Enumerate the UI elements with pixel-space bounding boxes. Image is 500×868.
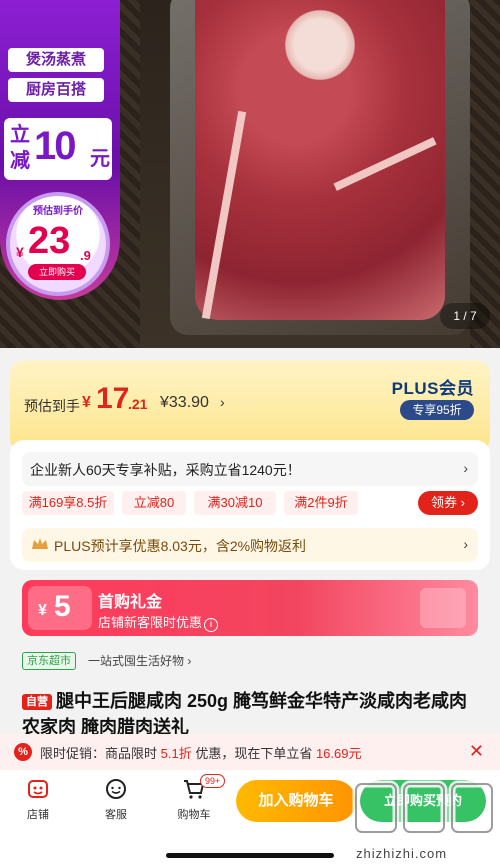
original-price[interactable]: ¥33.90 [160, 394, 209, 412]
hero-buy-now-button[interactable]: 立即购买 [28, 264, 86, 280]
watermark-logo [352, 780, 496, 836]
plus-savings-row[interactable]: PLUS预计享优惠8.03元，含2%购物返利 › [22, 528, 478, 562]
chevron-right-icon: › [463, 460, 468, 476]
self-operated-badge: 自营 [22, 694, 52, 711]
price-yen: ¥ [82, 394, 91, 411]
reduce-prefix: 立减 [10, 124, 30, 172]
gift-box-icon [420, 588, 466, 628]
gift-amount: ¥ 5 [28, 586, 92, 630]
first-purchase-gift-banner[interactable]: ¥ 5 首购礼金 店铺新客限时优惠 i [22, 580, 478, 636]
plus-member-title: PLUS会员 [391, 379, 474, 398]
new-user-subsidy-row[interactable]: 企业新人60天专享补贴，采购立省1240元！ › [22, 452, 478, 486]
store-button[interactable]: 店铺 [8, 778, 68, 828]
product-title: 自营 腿中王后腿咸肉 250g 腌笃鲜金华特产淡咸肉老咸肉 农家肉 腌肉腊肉送礼 [22, 688, 482, 734]
discount-icon: % [14, 743, 32, 761]
home-indicator [166, 853, 334, 858]
est-price-yen: ¥ [16, 244, 24, 260]
gift-yen: ¥ [38, 602, 47, 619]
jd-supermarket-tag[interactable]: 京东超市 [22, 652, 76, 670]
est-label: 预估到手 [24, 398, 80, 414]
hero-tag-kitchen: 厨房百搭 [8, 78, 104, 102]
plus-savings-text: PLUS预计享优惠8.03元，含2%购物返利 [54, 538, 307, 554]
product-title-text: 腿中王后腿咸肉 250g 腌笃鲜金华特产淡咸肉老咸肉 农家肉 腌肉腊肉送礼 [22, 691, 468, 734]
promo-discount: 5.1折 [160, 746, 192, 761]
image-pager: 1 / 7 [440, 303, 490, 329]
promo-text: 限时促销：商品限时 5.1折 优惠，现在下单立省 16.69元 [40, 743, 361, 762]
cart-button[interactable]: 99+ 购物车 [164, 774, 226, 828]
reduce-badge: 立减 10 元 [4, 118, 112, 180]
price-panel: 预估到手 ¥ 17 .21 ¥33.90 › PLUS会员 专享95折 [10, 360, 490, 452]
get-coupon-button[interactable]: 领券 › [418, 491, 478, 515]
est-price-dec: .9 [80, 248, 91, 263]
store-label: 店铺 [27, 809, 49, 821]
coupon-row: 满169享8.5折 立减80 满30减10 满2件9折 领券 › [22, 491, 478, 517]
reduce-amount: 10 [34, 124, 76, 168]
price-dec: .21 [128, 396, 148, 412]
hero-tag-soup: 煲汤蒸煮 [8, 48, 104, 72]
watermark-text: zhizhizhi.com [356, 846, 448, 861]
gift-title: 首购礼金 [98, 594, 163, 611]
est-price-label: 预估到手价 [33, 206, 83, 217]
coupon-chip[interactable]: 立减80 [122, 491, 186, 515]
promo-card: 企业新人60天专享补贴，采购立省1240元！ › 满169享8.5折 立减80 … [10, 440, 490, 570]
close-icon[interactable]: ✕ [469, 741, 484, 762]
new-user-subsidy-text: 企业新人60天专享补贴，采购立省1240元！ [30, 462, 301, 478]
promo-text-b: 优惠，现在下单立省 [191, 746, 316, 761]
chevron-right-icon[interactable]: › [220, 394, 225, 410]
gift-subtitle: 店铺新客限时优惠 i [98, 612, 219, 632]
customer-service-button[interactable]: 客服 [86, 778, 146, 828]
limited-promo-bar[interactable]: % 限时促销：商品限时 5.1折 优惠，现在下单立省 16.69元 ✕ [0, 734, 500, 770]
cart-label: 购物车 [177, 809, 211, 821]
price-int: 17 [96, 382, 130, 415]
coupon-chip[interactable]: 满30减10 [194, 491, 276, 515]
cart-count-badge: 99+ [200, 774, 226, 788]
gift-subtitle-text: 店铺新客限时优惠 [98, 615, 203, 630]
plus-discount-badge[interactable]: 专享95折 [400, 400, 474, 420]
est-price-int: 23 [28, 220, 71, 262]
store-icon [28, 780, 48, 798]
coupon-chip[interactable]: 满2件9折 [284, 491, 358, 515]
add-to-cart-button[interactable]: 加入购物车 [236, 780, 356, 822]
product-hero-image[interactable]: 煲汤蒸煮 厨房百搭 立减 10 元 预估到手价 ¥ 23 .9 立即购买 1 /… [0, 0, 500, 348]
meat-fat-detail [285, 0, 355, 90]
gift-value: 5 [54, 590, 71, 623]
info-icon[interactable]: i [204, 618, 219, 632]
crown-icon [32, 538, 48, 549]
chat-icon [106, 779, 126, 799]
promo-text-a: 限时促销：商品限时 [40, 746, 161, 761]
store-slogan-link[interactable]: 一站式囤生活好物 › [88, 652, 191, 670]
chevron-right-icon: › [463, 536, 468, 552]
coupon-chip[interactable]: 满169享8.5折 [22, 491, 114, 515]
promo-savings: 16.69元 [315, 746, 362, 761]
reduce-unit: 元 [90, 148, 110, 170]
service-label: 客服 [105, 809, 127, 821]
